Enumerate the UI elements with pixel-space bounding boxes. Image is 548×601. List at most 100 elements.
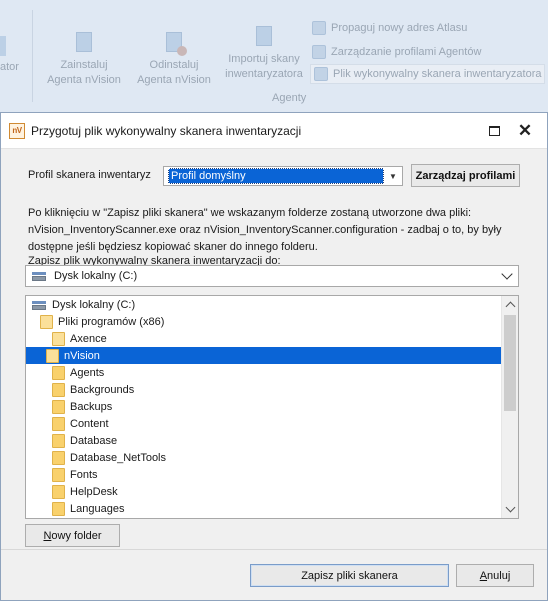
uninstall-agent-label-2: Agenta nVision <box>137 74 211 86</box>
tree-row-label: Fonts <box>70 468 98 481</box>
tree-row[interactable]: Languages <box>52 500 124 517</box>
folder-icon <box>52 450 65 465</box>
propagate-atlas-item[interactable]: Propaguj nowy adres Atlasu <box>312 18 467 38</box>
scroll-down-button[interactable] <box>502 501 518 518</box>
close-icon: ✕ <box>517 121 533 140</box>
tree-row[interactable]: Pliki programów (x86) <box>40 313 164 330</box>
agent-profiles-label: Zarządzanie profilami Agentów <box>331 46 482 58</box>
tree-row-label: Languages <box>70 502 125 515</box>
profile-select-value: Profil domyślny <box>168 168 384 184</box>
install-agent-label-2: Agenta nVision <box>47 74 121 86</box>
import-scans-label-1: Importuj skany <box>228 53 300 65</box>
uninstall-agent-icon <box>163 32 187 56</box>
folder-tree[interactable]: Dysk lokalny (C:) Pliki programów (x86) Ax… <box>25 295 519 519</box>
install-agent-button[interactable]: Zainstaluj Agenta nVision <box>40 32 128 88</box>
hard-drive-icon <box>32 300 46 310</box>
new-folder-label: owy folder <box>51 529 102 542</box>
profile-label: Profil skanera inwentaryz <box>28 169 151 181</box>
ribbon-left-icon <box>0 36 20 58</box>
folder-icon <box>52 484 65 499</box>
install-agent-label-1: Zainstaluj <box>60 59 108 71</box>
drive-select-value-box: Dysk lokalny (C:) <box>26 266 496 286</box>
profile-dropdown-arrow-icon[interactable]: ▼ <box>384 167 402 185</box>
chevron-down-icon <box>505 502 515 513</box>
tree-row[interactable]: Database <box>52 432 117 449</box>
folder-icon <box>52 467 65 482</box>
close-button[interactable]: ✕ <box>516 122 534 140</box>
tree-row[interactable]: Backgrounds <box>52 381 134 398</box>
location-pin-icon <box>312 21 326 35</box>
ribbon-separator <box>32 10 33 102</box>
import-scans-icon <box>253 26 275 48</box>
folder-icon <box>52 399 65 414</box>
drive-select[interactable]: Dysk lokalny (C:) <box>25 265 519 287</box>
hard-drive-icon <box>32 271 46 281</box>
import-scans-label-2: inwentaryzatora <box>225 68 303 80</box>
folder-icon <box>40 314 53 329</box>
import-scans-button[interactable]: Importuj skany inwentaryzatora <box>220 26 308 82</box>
nvision-app-icon: nV <box>9 122 25 139</box>
folder-icon <box>46 348 59 363</box>
tree-row-label: Database_NetTools <box>70 451 167 464</box>
scanner-icon <box>314 67 328 81</box>
tree-row-label: Pliki programów (x86) <box>58 315 165 328</box>
install-agent-icon <box>73 32 95 54</box>
dialog-footer: Zapisz pliki skanera Anuluj <box>1 549 547 600</box>
tree-row[interactable]: HelpDesk <box>52 483 118 500</box>
propagate-atlas-label: Propaguj nowy adres Atlasu <box>331 22 468 34</box>
tree-row[interactable]: Agents <box>52 364 104 381</box>
folder-icon <box>52 382 65 397</box>
background-ribbon: ator Zainstaluj Agenta nVision Odinstalu… <box>0 0 548 110</box>
tree-row[interactable]: Database_NetTools <box>52 449 166 466</box>
tree-row-label: Content <box>70 417 109 430</box>
cancel-accesskey: A <box>479 569 488 582</box>
dialog-titlebar[interactable]: nV Przygotuj plik wykonywalny skanera in… <box>1 113 547 149</box>
tree-row-label: Backgrounds <box>70 383 135 396</box>
ribbon-group-label: Agenty <box>272 92 307 104</box>
tree-row[interactable]: Dysk lokalny (C:) <box>32 296 135 313</box>
profile-select[interactable]: Profil domyślny ▼ <box>163 166 403 186</box>
agent-profiles-item[interactable]: Zarządzanie profilami Agentów <box>312 42 481 62</box>
save-scanner-files-button[interactable]: Zapisz pliki skanera <box>250 564 449 587</box>
tree-row[interactable]: Backups <box>52 398 112 415</box>
scroll-thumb[interactable] <box>504 315 516 411</box>
tree-row-label: Database <box>70 434 118 447</box>
folder-icon <box>52 331 65 346</box>
description-text: Po kliknięciu w "Zapisz pliki skanera" w… <box>28 207 502 253</box>
scanner-executable-label: Plik wykonywalny skanera inwentaryzatora <box>333 68 542 80</box>
uninstall-agent-button[interactable]: Odinstaluj Agenta nVision <box>130 32 218 88</box>
ribbon-left-label: ator <box>0 61 19 73</box>
tree-row-label: Agents <box>70 366 105 379</box>
cancel-button[interactable]: Anuluj <box>456 564 534 587</box>
dialog-title: Przygotuj plik wykonywalny skanera inwen… <box>31 123 302 138</box>
tree-row-label: Axence <box>70 332 107 345</box>
manage-profiles-button[interactable]: Zarządzaj profilami <box>411 164 520 187</box>
drive-select-value: Dysk lokalny (C:) <box>54 270 138 282</box>
new-folder-button[interactable]: Nowy folder <box>25 524 120 547</box>
profile-select-value-box: Profil domyślny <box>164 167 384 185</box>
prepare-scanner-dialog: nV Przygotuj plik wykonywalny skanera in… <box>0 112 548 601</box>
maximize-icon <box>488 126 500 136</box>
tree-row-label: nVision <box>64 349 100 362</box>
drive-dropdown-arrow[interactable] <box>496 266 518 286</box>
dialog-content: Profil skanera inwentaryz Profil domyśln… <box>1 149 547 549</box>
chevron-down-icon <box>501 268 513 280</box>
profiles-icon <box>312 45 326 59</box>
tree-scrollbar[interactable] <box>501 296 518 518</box>
chevron-up-icon <box>505 301 515 312</box>
tree-row-selected[interactable]: nVision <box>26 347 501 364</box>
tree-row[interactable]: Axence <box>52 330 107 347</box>
folder-icon <box>52 365 65 380</box>
tree-row[interactable]: Content <box>52 415 109 432</box>
scanner-executable-item[interactable]: Plik wykonywalny skanera inwentaryzatora <box>310 64 546 84</box>
tree-row-label: HelpDesk <box>70 485 118 498</box>
tree-row[interactable]: Fonts <box>52 466 98 483</box>
tree-row-label: Dysk lokalny (C:) <box>52 298 136 311</box>
folder-icon <box>52 433 65 448</box>
scroll-up-button[interactable] <box>502 296 518 313</box>
tree-row-label: Backups <box>70 400 113 413</box>
folder-icon <box>52 416 65 431</box>
folder-icon <box>52 501 65 516</box>
new-folder-accesskey: N <box>43 529 52 542</box>
maximize-button[interactable] <box>485 122 503 140</box>
